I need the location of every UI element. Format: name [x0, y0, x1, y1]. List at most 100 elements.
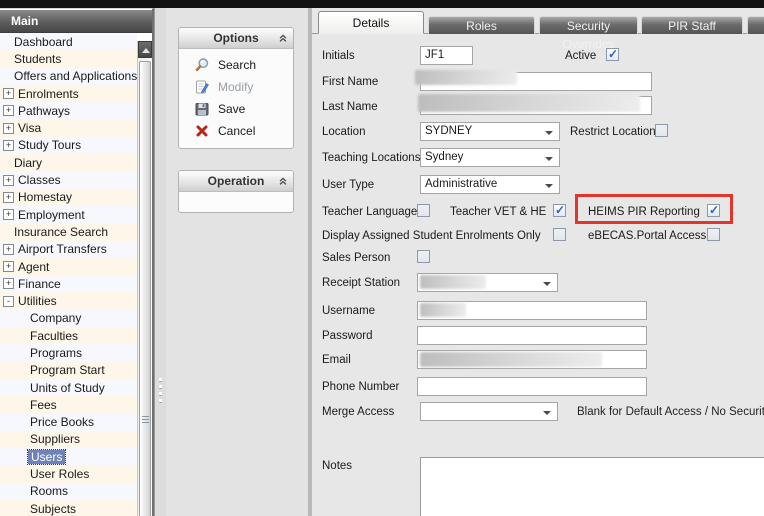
modify-button[interactable]: Modify [179, 76, 293, 98]
sidebar-item-homestay[interactable]: +Homestay [0, 189, 137, 206]
sidebar-item-users-selected[interactable]: Users [0, 448, 137, 465]
expand-icon[interactable]: + [3, 261, 14, 272]
window-top-bar [0, 0, 764, 8]
sidebar-item-fees[interactable]: Fees [0, 396, 137, 413]
sidebar-item-enrolments[interactable]: +Enrolments [0, 85, 137, 102]
heims-pir-reporting-label: HEIMS PIR Reporting [588, 206, 700, 218]
location-dropdown[interactable]: SYDNEY [420, 122, 560, 141]
last-name-label: Last Name [322, 101, 378, 113]
sidebar-item-students[interactable]: Students [0, 50, 137, 67]
location-label: Location [322, 126, 365, 138]
sidebar-item-diary[interactable]: Diary [0, 154, 137, 171]
nav-tree: Dashboard Students Offers and Applicatio… [0, 33, 137, 516]
sidebar-item-classes[interactable]: +Classes [0, 171, 137, 188]
heims-pir-reporting-checkbox[interactable] [707, 204, 720, 217]
sidebar-item-rooms[interactable]: Rooms [0, 483, 137, 500]
tab-details[interactable]: Details [318, 11, 424, 34]
sidebar-item-insurance-search[interactable]: Insurance Search [0, 223, 137, 240]
sidebar-item-subjects[interactable]: Subjects [0, 500, 137, 516]
sidebar-item-program-start[interactable]: Program Start [0, 362, 137, 379]
tab-clipped[interactable] [747, 16, 764, 34]
sidebar-item-pathways[interactable]: +Pathways [0, 102, 137, 119]
notes-label: Notes [322, 460, 352, 472]
phone-number-input[interactable] [417, 377, 647, 396]
restrict-location-checkbox[interactable] [655, 124, 668, 137]
options-group-header[interactable]: Options [179, 28, 293, 49]
merge-access-hint: Blank for Default Access / No Security [577, 406, 764, 418]
active-label: Active [565, 50, 596, 62]
sidebar-item-visa[interactable]: +Visa [0, 119, 137, 136]
expand-icon[interactable]: + [3, 123, 14, 134]
dropdown-arrow-icon [545, 157, 553, 161]
scrollbar-thumb[interactable] [139, 61, 151, 516]
sidebar-item-employment[interactable]: +Employment [0, 206, 137, 223]
expand-icon[interactable]: + [3, 105, 14, 116]
sidebar-item-utilities[interactable]: -Utilities [0, 292, 137, 309]
restrict-location-label: Restrict Location [570, 126, 656, 138]
expand-icon[interactable]: + [3, 209, 14, 220]
operation-title: Operation [208, 174, 265, 188]
search-label: Search [218, 58, 256, 72]
merge-access-dropdown[interactable] [420, 402, 558, 421]
collapse-chevron-icon[interactable] [278, 33, 288, 43]
expand-icon[interactable]: + [3, 244, 14, 255]
search-button[interactable]: Search [179, 54, 293, 76]
receipt-station-label: Receipt Station [322, 277, 400, 289]
sidebar-item-dashboard[interactable]: Dashboard [0, 33, 137, 50]
teacher-language-checkbox[interactable] [417, 204, 430, 217]
merge-access-label: Merge Access [322, 406, 394, 418]
sidebar-item-user-roles[interactable]: User Roles [0, 465, 137, 482]
splitter-grip-icon [159, 378, 162, 404]
save-button[interactable]: Save [179, 98, 293, 120]
sales-person-label: Sales Person [322, 252, 390, 264]
cancel-x-icon [194, 123, 210, 139]
sidebar-item-programs[interactable]: Programs [0, 344, 137, 361]
tree-scrollbar[interactable] [137, 41, 152, 516]
search-icon [194, 57, 210, 73]
arrow-up-icon [142, 48, 150, 53]
options-group: Options Search [178, 27, 294, 149]
sidebar-item-company[interactable]: Company [0, 310, 137, 327]
sidebar-item-study-tours[interactable]: +Study Tours [0, 137, 137, 154]
teacher-vet-he-checkbox[interactable] [553, 204, 566, 217]
redacted-first-name [415, 70, 517, 85]
tab-pir-staff[interactable]: PIR Staff [641, 16, 743, 34]
sidebar-item-finance[interactable]: +Finance [0, 275, 137, 292]
main-nav-panel: Main Dashboard Students Offers and Appli… [0, 8, 154, 516]
sidebar-item-suppliers[interactable]: Suppliers [0, 431, 137, 448]
expand-icon[interactable]: + [3, 192, 14, 203]
active-checkbox[interactable] [606, 48, 619, 61]
tab-roles[interactable]: Roles [428, 16, 535, 34]
save-label: Save [218, 102, 245, 116]
sidebar-item-units-of-study[interactable]: Units of Study [0, 379, 137, 396]
expand-icon[interactable]: + [3, 175, 14, 186]
modify-label: Modify [218, 80, 253, 94]
sidebar-item-faculties[interactable]: Faculties [0, 327, 137, 344]
tab-security-overrides[interactable]: Security Overrides [539, 16, 638, 34]
dropdown-arrow-icon [543, 411, 551, 415]
collapse-icon[interactable]: - [3, 296, 14, 307]
user-type-dropdown[interactable]: Administrative [420, 175, 560, 194]
ebecas-portal-access-checkbox[interactable] [707, 228, 720, 241]
scroll-up-button[interactable] [138, 41, 152, 58]
dropdown-arrow-icon [545, 184, 553, 188]
sidebar-item-price-books[interactable]: Price Books [0, 414, 137, 431]
teaching-locations-dropdown[interactable]: Sydney [420, 148, 560, 167]
expand-icon[interactable]: + [3, 88, 14, 99]
initials-input[interactable]: JF1 [420, 46, 473, 65]
cancel-label: Cancel [218, 124, 255, 138]
collapse-chevron-icon[interactable] [278, 176, 288, 186]
notes-textarea[interactable] [420, 457, 764, 516]
display-assigned-checkbox[interactable] [553, 228, 566, 241]
sidebar-item-offers-and-applications[interactable]: Offers and Applications [0, 68, 137, 85]
sidebar-item-agent[interactable]: +Agent [0, 258, 137, 275]
expand-icon[interactable]: + [3, 278, 14, 289]
password-input[interactable] [417, 326, 647, 345]
sidebar-item-airport-transfers[interactable]: +Airport Transfers [0, 241, 137, 258]
sales-person-checkbox[interactable] [417, 250, 430, 263]
modify-icon [194, 79, 210, 95]
expand-icon[interactable]: + [3, 140, 14, 151]
operation-group-header[interactable]: Operation [179, 171, 293, 192]
cancel-button[interactable]: Cancel [179, 120, 293, 142]
email-label: Email [322, 354, 351, 366]
